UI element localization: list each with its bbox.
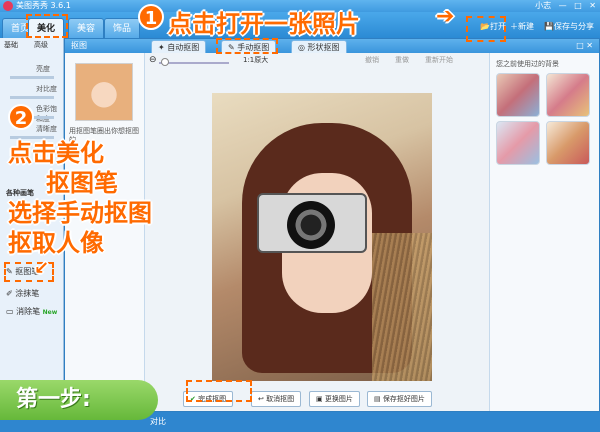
slider-label-sharpness: 清晰度 <box>36 125 57 133</box>
step2-arrow-icon: ↙ <box>34 258 50 279</box>
cancel-cutout-button[interactable]: ↩ 取消抠图 <box>251 391 302 407</box>
eraser-icon: ▭ <box>6 307 14 316</box>
zoom-slider[interactable] <box>159 62 229 64</box>
tab-accessories[interactable]: 饰品 <box>104 18 141 38</box>
tab-advanced[interactable]: 高级 <box>34 40 48 50</box>
background-panel: 您之前使用过的背景 <box>489 53 599 411</box>
background-thumbnail[interactable] <box>546 73 590 117</box>
reset-button[interactable]: 重新开始 <box>425 55 453 65</box>
step2-line4: 抠取人像 <box>8 229 104 257</box>
new-badge: New <box>42 309 58 316</box>
panel-controls[interactable]: □ ✕ <box>576 39 593 53</box>
change-image-button[interactable]: ▣ 更换图片 <box>309 391 360 407</box>
minimize-button[interactable]: — <box>559 1 567 10</box>
maximize-button[interactable]: □ <box>574 1 582 10</box>
redo-button[interactable]: 重做 <box>395 55 409 65</box>
window-controls: 小志 — □ ✕ <box>530 0 596 12</box>
tool-smudge-brush[interactable]: ✐ 涂抹笔 <box>6 288 39 299</box>
zoom-reset[interactable]: 1:1原大 <box>243 55 268 65</box>
step1-text: 点击打开一张照片 <box>168 10 360 38</box>
canvas-toolbar: ⊖ 1:1原大 撤销 重做 重新开始 <box>145 55 489 69</box>
step1-badge: 1 <box>138 4 164 30</box>
photo-background <box>372 233 432 381</box>
tab-shape-cutout[interactable]: ◎ 形状抠图 <box>291 40 347 53</box>
cutout-subbar: 抠图 ✦ 自动抠图 ✎ 手动抠图 ◎ 形状抠图 □ ✕ <box>65 39 599 53</box>
slider-label-contrast: 对比度 <box>36 85 57 93</box>
save-icon: 💾 <box>544 22 554 31</box>
step1-arrow-icon: ➔ <box>436 4 455 29</box>
cutout-title: 抠图 <box>71 41 87 50</box>
plus-icon: ＋ <box>510 22 518 31</box>
zoom-out-icon[interactable]: ⊖ <box>149 55 157 65</box>
canvas-area: ⊖ 1:1原大 撤销 重做 重新开始 ✔ 完成抠图 ↩ 取消抠图 ▣ 更换图片 … <box>145 53 489 411</box>
save-share-button[interactable]: 💾保存与分享 <box>540 18 598 36</box>
app-logo-icon <box>3 1 13 11</box>
slider-label-saturation: 色彩饱和度 <box>36 105 57 123</box>
photo-canvas[interactable] <box>212 93 432 381</box>
background-thumbnail[interactable] <box>496 73 540 117</box>
slider-label-brightness: 亮度 <box>36 65 50 73</box>
tab-face[interactable]: 美容 <box>68 18 105 38</box>
brush-section-title: 各种画笔 <box>6 189 34 197</box>
step2-line3: 选择手动抠图 <box>8 199 152 227</box>
shape-icon: ◎ <box>298 43 305 52</box>
highlight-beautify-tab <box>26 14 68 38</box>
highlight-manual-tab <box>216 38 278 54</box>
background-thumbnail[interactable] <box>496 121 540 165</box>
wand-icon: ✦ <box>158 43 165 52</box>
save-cutout-button[interactable]: ▤ 保存抠好图片 <box>367 391 432 407</box>
camera-lens <box>287 201 335 249</box>
tab-auto-cutout[interactable]: ✦ 自动抠图 <box>151 40 207 53</box>
status-text: 对比 <box>150 417 166 426</box>
step2-badge: 2 <box>8 104 34 130</box>
close-button[interactable]: ✕ <box>589 1 596 10</box>
save-icon: ▤ <box>374 395 381 403</box>
photo-camera <box>257 193 367 253</box>
image-icon: ▣ <box>316 395 323 403</box>
background-panel-title: 您之前使用过的背景 <box>496 60 559 68</box>
undo-button[interactable]: 撤销 <box>365 55 379 65</box>
window-title: 美图秀秀 3.6.1 <box>16 1 71 10</box>
highlight-finish-button <box>186 380 252 402</box>
user-name[interactable]: 小志 <box>535 1 551 10</box>
example-thumbnail <box>75 63 133 121</box>
cancel-icon: ↩ <box>258 395 264 403</box>
step2-line2: 抠图笔 <box>46 169 118 197</box>
step-label: 第一步: <box>0 380 158 420</box>
tab-basic[interactable]: 基础 <box>4 40 18 50</box>
background-thumbnail[interactable] <box>546 121 590 165</box>
tool-eraser-brush[interactable]: ▭ 消除笔 New <box>6 306 57 317</box>
highlight-open-button <box>466 16 506 42</box>
brightness-slider[interactable] <box>10 76 54 79</box>
contrast-slider[interactable] <box>10 96 54 99</box>
zoom-handle[interactable] <box>161 58 169 66</box>
smudge-icon: ✐ <box>6 289 13 298</box>
new-button[interactable]: ＋新建 <box>506 18 538 36</box>
step2-line1: 点击美化 <box>8 139 104 167</box>
